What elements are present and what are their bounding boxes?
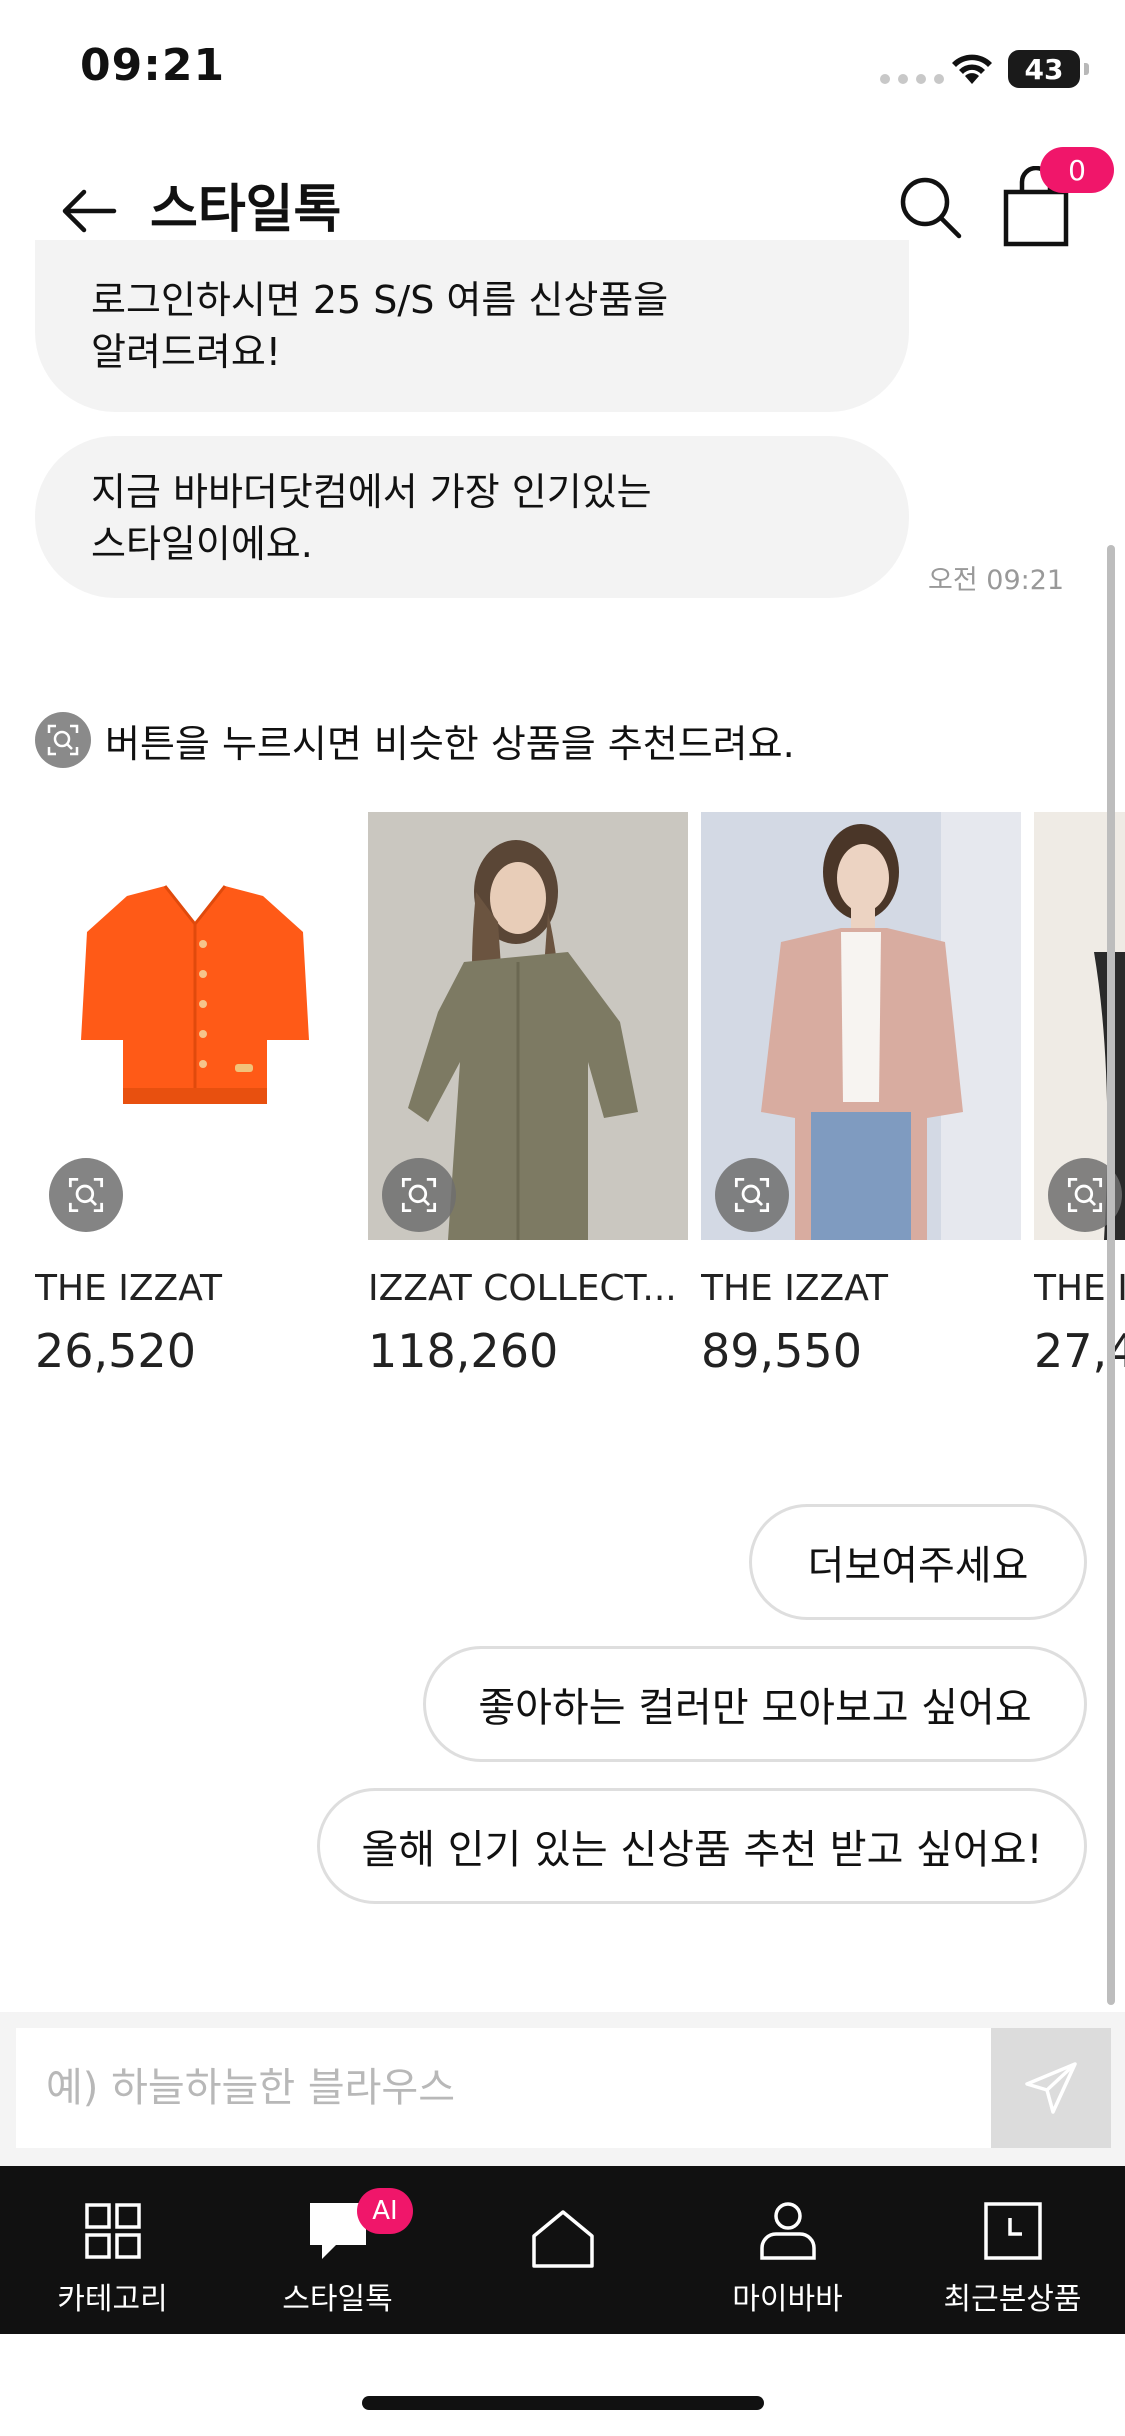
nav-label: 카테고리 bbox=[57, 2282, 168, 2317]
similar-search-icon[interactable] bbox=[49, 1158, 123, 1232]
product-price: 89,550 bbox=[701, 1324, 862, 1378]
message-line: 로그인하시면 25 S/S 여름 신상품을 bbox=[91, 278, 669, 322]
cart-count-badge: 0 bbox=[1040, 147, 1114, 193]
product-card[interactable]: THE IZZAT 89,550 bbox=[701, 812, 1021, 1392]
back-arrow-icon[interactable] bbox=[58, 180, 120, 242]
grid-icon bbox=[78, 2196, 148, 2266]
battery-icon: 43 bbox=[1008, 50, 1089, 88]
scrollbar[interactable] bbox=[1107, 545, 1115, 2005]
quick-reply-button[interactable]: 좋아하는 컬러만 모아보고 싶어요 bbox=[423, 1646, 1087, 1762]
cellular-signal-icon bbox=[880, 74, 944, 84]
nav-item-home[interactable] bbox=[450, 2166, 675, 2334]
nav-item-mybaba[interactable]: 마이바바 bbox=[675, 2166, 900, 2334]
clock-icon bbox=[978, 2196, 1048, 2266]
bot-message: 로그인하시면 25 S/S 여름 신상품을 알려드려요! bbox=[35, 240, 909, 412]
product-price: 118,260 bbox=[368, 1324, 559, 1378]
ai-badge: AI bbox=[357, 2188, 413, 2234]
quick-reply-button[interactable]: 올해 인기 있는 신상품 추천 받고 싶어요! bbox=[317, 1788, 1087, 1904]
similar-search-icon bbox=[35, 712, 91, 768]
send-button[interactable] bbox=[991, 2028, 1111, 2148]
similar-search-icon[interactable] bbox=[715, 1158, 789, 1232]
product-carousel[interactable]: THE IZZAT 26,520 IZZAT COLLECT... 118,26 bbox=[35, 812, 1125, 1392]
home-indicator[interactable] bbox=[362, 2396, 764, 2410]
product-card[interactable]: IZZAT COLLECT... 118,260 bbox=[368, 812, 688, 1392]
nav-label: 마이바바 bbox=[732, 2282, 843, 2317]
similar-hint: 버튼을 누르시면 비슷한 상품을 추천드려요. bbox=[35, 712, 795, 768]
status-bar: 09:21 43 bbox=[0, 0, 1125, 140]
quick-reply-button[interactable]: 더보여주세요 bbox=[749, 1504, 1087, 1620]
message-line: 스타일이에요. bbox=[91, 522, 313, 566]
chat-input[interactable] bbox=[16, 2028, 991, 2148]
home-icon bbox=[528, 2204, 598, 2274]
search-icon[interactable] bbox=[895, 172, 965, 242]
message-timestamp: 오전 09:21 bbox=[928, 565, 1065, 596]
nav-item-category[interactable]: 카테고리 bbox=[0, 2166, 225, 2334]
message-line: 알려드려요! bbox=[91, 330, 282, 374]
page-title: 스타일톡 bbox=[150, 180, 342, 240]
hint-text: 버튼을 누르시면 비슷한 상품을 추천드려요. bbox=[105, 721, 795, 766]
bot-message: 지금 바바더닷컴에서 가장 인기있는 스타일이에요. bbox=[35, 436, 909, 598]
similar-search-icon[interactable] bbox=[382, 1158, 456, 1232]
person-icon bbox=[753, 2196, 823, 2266]
product-card[interactable]: THE IZZAT 26,520 bbox=[35, 812, 355, 1392]
nav-label: 최근본상품 bbox=[943, 2282, 1082, 2317]
nav-label: 스타일톡 bbox=[282, 2282, 393, 2317]
product-price: 26,520 bbox=[35, 1324, 196, 1378]
product-brand: THE IZZAT bbox=[35, 1268, 223, 1309]
nav-item-recent[interactable]: 최근본상품 bbox=[900, 2166, 1125, 2334]
chat-input-bar bbox=[0, 2012, 1125, 2166]
status-time: 09:21 bbox=[80, 40, 226, 91]
nav-item-styletalk[interactable]: AI 스타일톡 bbox=[225, 2166, 450, 2334]
bottom-nav: 카테고리 AI 스타일톡 마이바바 최근본상품 bbox=[0, 2166, 1125, 2334]
message-line: 지금 바바더닷컴에서 가장 인기있는 bbox=[91, 470, 652, 514]
product-brand: THE IZZAT bbox=[701, 1268, 889, 1309]
product-brand: IZZAT COLLECT... bbox=[368, 1268, 677, 1309]
wifi-icon bbox=[952, 54, 992, 84]
send-icon bbox=[1025, 2062, 1077, 2114]
